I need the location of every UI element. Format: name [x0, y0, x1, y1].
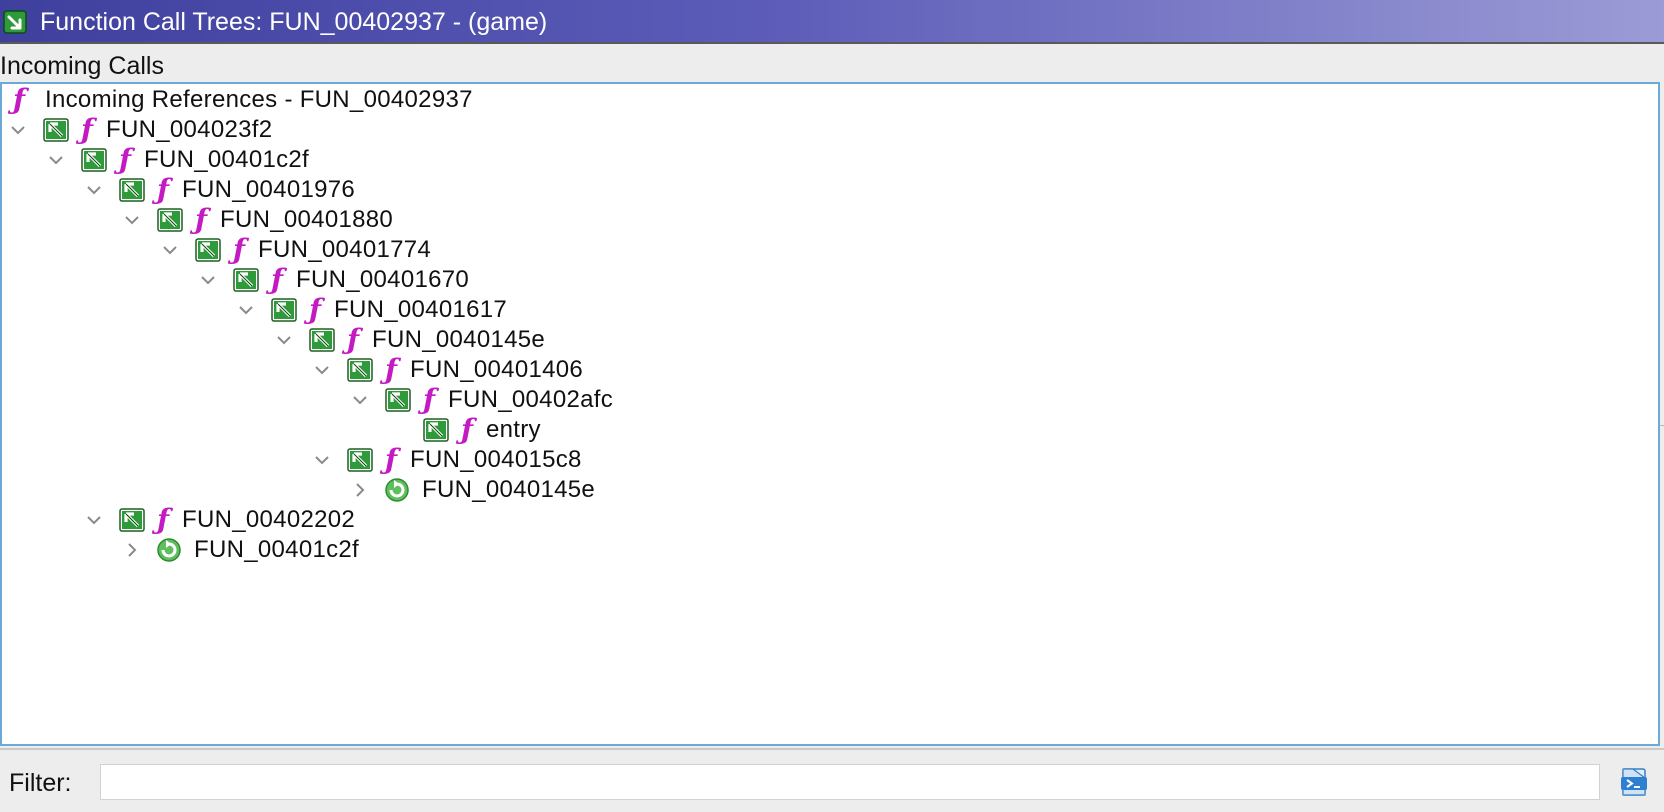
chevron-down-icon[interactable] — [237, 301, 255, 319]
chevron-down-icon[interactable] — [161, 241, 179, 259]
function-icon: ƒ — [384, 443, 398, 476]
chevron-down-icon[interactable] — [351, 391, 369, 409]
incoming-call-icon — [119, 178, 145, 202]
tree-node-label: FUN_00401c2f — [194, 536, 360, 563]
filter-input[interactable] — [100, 764, 1600, 800]
tree-node-label: FUN_00401617 — [334, 296, 508, 323]
chevron-right-icon[interactable] — [123, 541, 141, 559]
tree-row[interactable]: ƒ FUN_00402202 — [2, 504, 1652, 536]
chevron-down-icon[interactable] — [199, 271, 217, 289]
tree-row[interactable]: FUN_00401c2f — [2, 534, 1652, 566]
tree-node-label: entry — [486, 416, 541, 443]
tree-node-label: FUN_00401774 — [258, 236, 432, 263]
chevron-down-icon[interactable] — [47, 151, 65, 169]
incoming-call-icon — [347, 358, 373, 382]
filter-label: Filter: — [9, 769, 72, 797]
function-icon: ƒ — [460, 413, 474, 446]
tree-node-label: FUN_00401670 — [296, 266, 470, 293]
function-icon: ƒ — [156, 503, 170, 536]
tree-row[interactable]: ƒ FUN_004015c8 — [2, 444, 1652, 476]
tree-row[interactable]: ƒ FUN_00401774 — [2, 234, 1652, 266]
recursive-reference-icon — [157, 538, 181, 562]
incoming-call-icon — [385, 388, 411, 412]
function-icon: ƒ — [156, 173, 170, 206]
function-icon: ƒ — [346, 323, 360, 356]
tree-row[interactable]: ƒ FUN_0040145e — [2, 324, 1652, 356]
function-icon: ƒ — [384, 353, 398, 386]
tree-row[interactable]: ƒ FUN_00402afc — [2, 384, 1652, 416]
divider-tick — [1659, 425, 1664, 426]
chevron-right-icon[interactable] — [351, 481, 369, 499]
incoming-calls-label: Incoming Calls — [0, 52, 164, 80]
incoming-call-icon — [119, 508, 145, 532]
tree-node-label: FUN_004015c8 — [410, 446, 582, 473]
tree-node-label: FUN_00401406 — [410, 356, 584, 383]
chevron-down-icon[interactable] — [85, 511, 103, 529]
incoming-call-icon — [423, 418, 449, 442]
tree-root-label: Incoming References - FUN_00402937 — [45, 86, 473, 113]
chevron-down-icon[interactable] — [123, 211, 141, 229]
incoming-call-icon — [233, 268, 259, 292]
function-icon: ƒ — [118, 143, 132, 176]
chevron-down-icon[interactable] — [313, 451, 331, 469]
recursive-reference-icon — [385, 478, 409, 502]
tree-node-label: FUN_00402afc — [448, 386, 614, 413]
tree-root-row[interactable]: ƒ Incoming References - FUN_00402937 — [2, 84, 1652, 116]
filter-bar: Filter: — [0, 748, 1664, 812]
incoming-call-icon — [43, 118, 69, 142]
function-icon: ƒ — [80, 113, 94, 146]
incoming-call-icon — [195, 238, 221, 262]
title-bar[interactable]: Function Call Trees: FUN_00402937 - (gam… — [0, 0, 1664, 44]
function-icon: ƒ — [308, 293, 322, 326]
function-icon: ƒ — [232, 233, 246, 266]
tree-row[interactable]: ƒ FUN_00401617 — [2, 294, 1652, 326]
incoming-call-icon — [309, 328, 335, 352]
window-title: Function Call Trees: FUN_00402937 - (gam… — [40, 8, 548, 36]
tree-row[interactable]: ƒ FUN_004023f2 — [2, 114, 1652, 146]
tree-row[interactable]: ƒ entry — [2, 414, 1652, 446]
tree-node-label: FUN_00401976 — [182, 176, 356, 203]
function-call-trees-window: Function Call Trees: FUN_00402937 - (gam… — [0, 0, 1664, 812]
chevron-down-icon[interactable] — [275, 331, 293, 349]
tree-node-label: FUN_00401c2f — [144, 146, 310, 173]
tree-row[interactable]: ƒ FUN_00401406 — [2, 354, 1652, 386]
function-icon: ƒ — [12, 83, 26, 116]
tree-node-label: FUN_0040145e — [372, 326, 546, 353]
tree-node-label: FUN_004023f2 — [106, 116, 273, 143]
incoming-call-icon — [81, 148, 107, 172]
chevron-down-icon[interactable] — [313, 361, 331, 379]
function-icon: ƒ — [422, 383, 436, 416]
incoming-calls-tree[interactable]: ƒ Incoming References - FUN_00402937 ƒ F… — [0, 82, 1660, 746]
tree-row[interactable]: ƒ FUN_00401976 — [2, 174, 1652, 206]
tree-node-label: FUN_00401880 — [220, 206, 394, 233]
function-icon: ƒ — [270, 263, 284, 296]
filter-options-icon[interactable] — [1618, 766, 1650, 798]
tree-node-label: FUN_0040145e — [422, 476, 596, 503]
chevron-down-icon[interactable] — [85, 181, 103, 199]
incoming-call-icon — [157, 208, 183, 232]
tree-row[interactable]: FUN_0040145e — [2, 474, 1652, 506]
tree-row[interactable]: ƒ FUN_00401880 — [2, 204, 1652, 236]
call-tree-icon — [3, 10, 27, 34]
tree-row[interactable]: ƒ FUN_00401c2f — [2, 144, 1652, 176]
incoming-call-icon — [271, 298, 297, 322]
incoming-call-icon — [347, 448, 373, 472]
tree-row[interactable]: ƒ FUN_00401670 — [2, 264, 1652, 296]
function-icon: ƒ — [194, 203, 208, 236]
chevron-down-icon[interactable] — [9, 121, 27, 139]
tree-node-label: FUN_00402202 — [182, 506, 356, 533]
